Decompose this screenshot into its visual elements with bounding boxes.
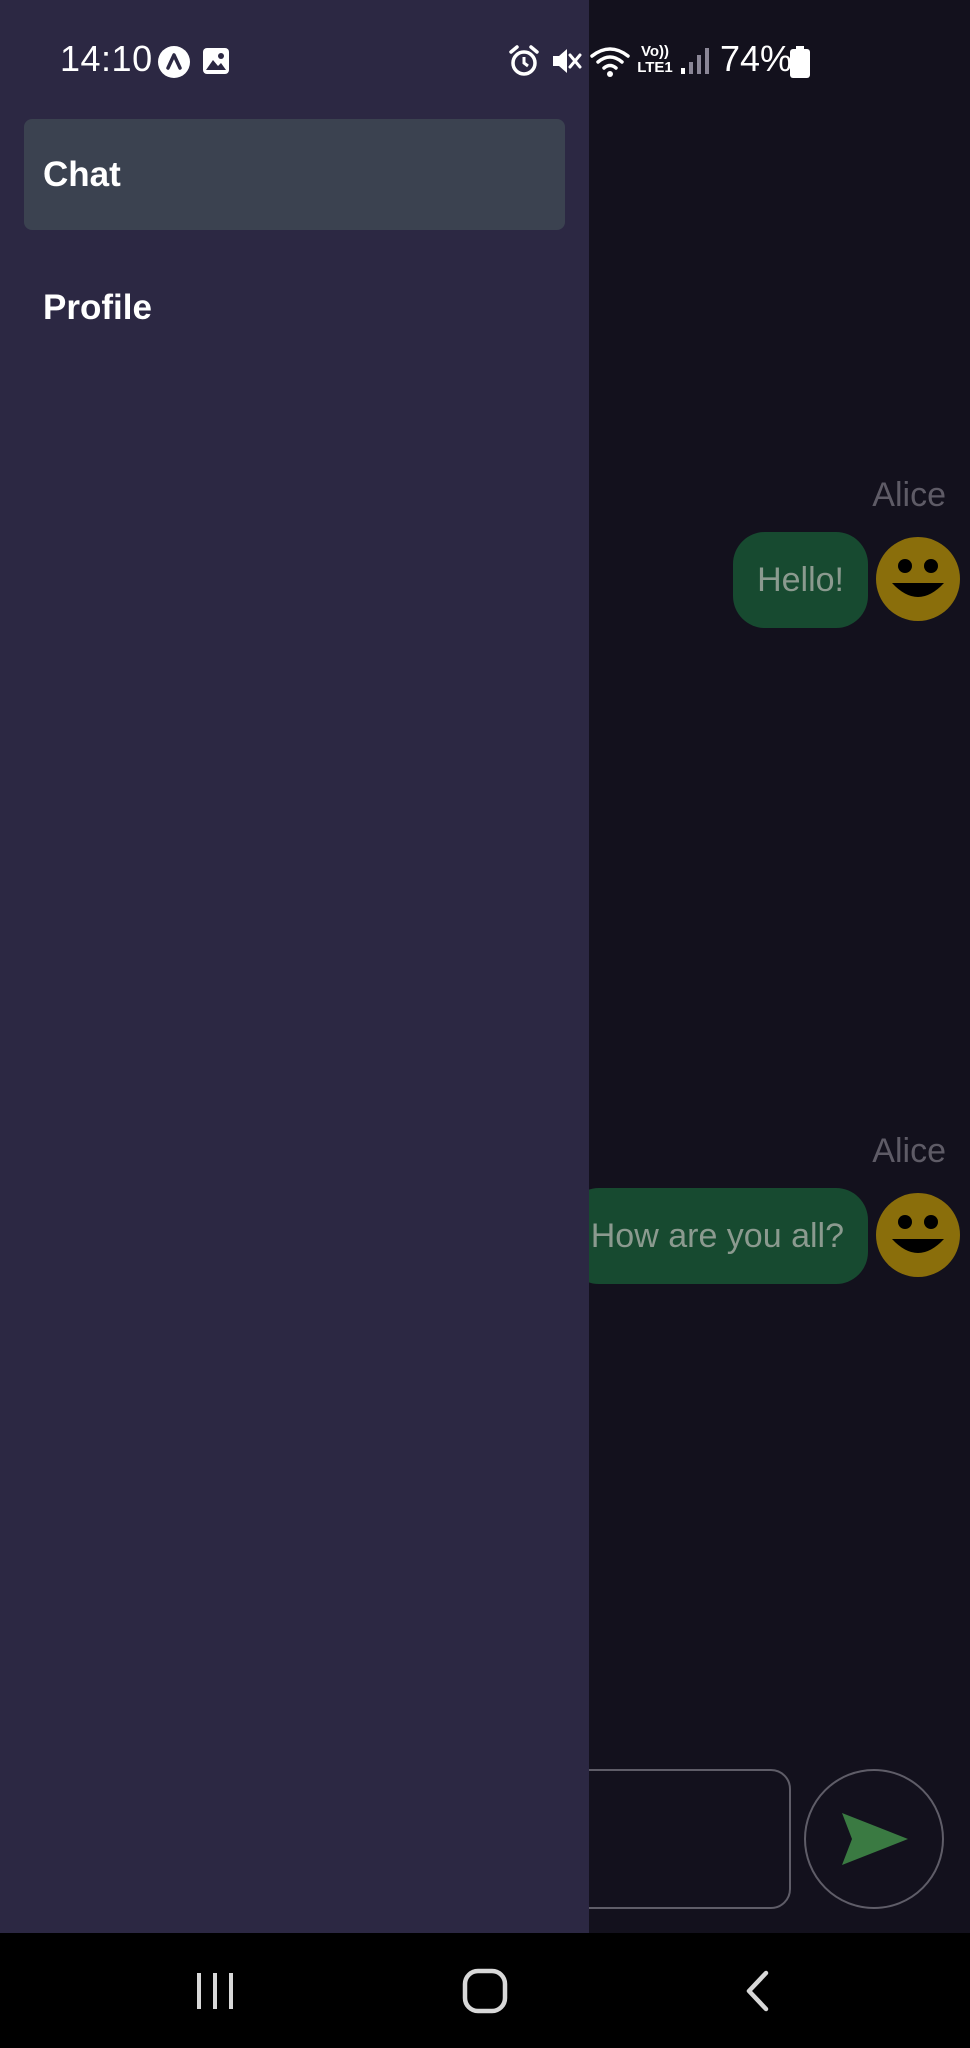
avatar: [876, 1193, 960, 1277]
message-bubble[interactable]: How are you all?: [566, 1188, 868, 1284]
alarm-icon: [508, 44, 540, 83]
status-time: 14:10: [60, 38, 153, 79]
message-input[interactable]: [560, 1769, 791, 1909]
status-bar: 14:10 Vo)) LTE1 74%: [0, 0, 970, 120]
send-icon: [842, 1813, 908, 1865]
drawer-item-profile[interactable]: Profile: [24, 252, 565, 363]
system-nav-bar: [0, 1933, 970, 2048]
recents-icon: [197, 1972, 233, 2009]
navigation-drawer: Chat Profile: [0, 0, 589, 1933]
app-a-icon: [158, 46, 190, 83]
home-button[interactable]: [425, 1933, 545, 2048]
battery-percent: 74%: [720, 38, 793, 79]
home-icon: [462, 1968, 508, 2013]
message-sender: Alice: [872, 1132, 946, 1170]
signal-icon: [680, 46, 710, 81]
avatar: [876, 537, 960, 621]
gallery-icon: [202, 47, 230, 80]
recents-button[interactable]: [155, 1933, 275, 2048]
send-button[interactable]: [804, 1769, 944, 1909]
mute-icon: [550, 44, 582, 83]
wifi-icon: [590, 44, 630, 83]
message-sender: Alice: [872, 476, 946, 514]
smiley-face-icon: [876, 1193, 960, 1277]
smiley-face-icon: [876, 537, 960, 621]
battery-icon: [790, 46, 810, 83]
message-bubble[interactable]: Hello!: [733, 532, 868, 628]
network-label: Vo)) LTE1: [637, 43, 673, 76]
back-icon: [746, 1970, 769, 2011]
back-button[interactable]: [697, 1933, 817, 2048]
drawer-item-chat[interactable]: Chat: [24, 119, 565, 230]
app-screen: Alice Hello! Alice How are you all? Chat…: [0, 0, 970, 2048]
